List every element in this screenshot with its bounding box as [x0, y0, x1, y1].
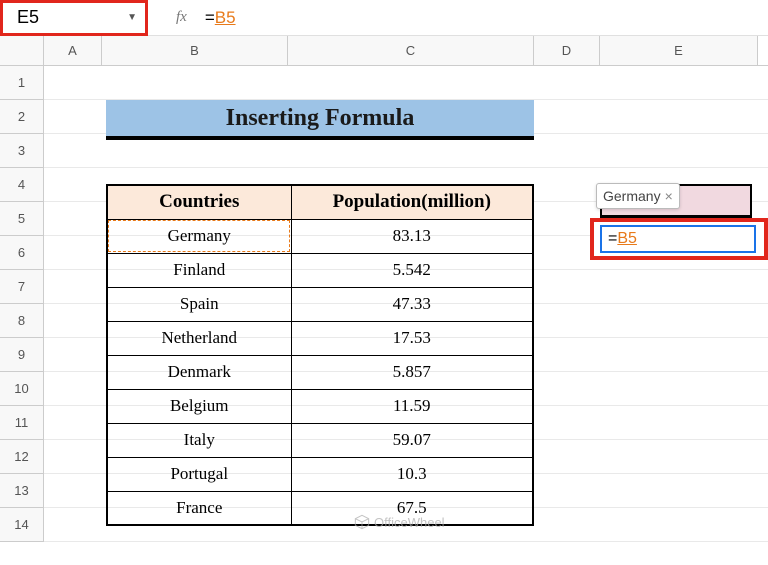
cell-country[interactable]: Spain: [107, 287, 291, 321]
row-header[interactable]: 10: [0, 372, 44, 406]
table-row: France67.5: [107, 491, 533, 525]
formula-preview-tooltip: Germany ×: [596, 183, 680, 209]
fx-label: fx: [176, 9, 187, 26]
caret-down-icon[interactable]: ▼: [127, 12, 137, 23]
col-countries[interactable]: Countries: [107, 185, 291, 219]
table-row: Italy59.07: [107, 423, 533, 457]
row-header[interactable]: 9: [0, 338, 44, 372]
grid-body: 1 2 3 4 5 6 7 8 9 10 11 12 13 14 Inserti…: [0, 66, 768, 542]
cell-country[interactable]: Italy: [107, 423, 291, 457]
formula-equals: =: [205, 8, 215, 27]
row-header[interactable]: 4: [0, 168, 44, 202]
cell-country[interactable]: Portugal: [107, 457, 291, 491]
data-table: Countries Population(million) Germany83.…: [106, 184, 534, 526]
col-population[interactable]: Population(million): [291, 185, 533, 219]
formula-bar: E5 ▼ fx =B5: [0, 0, 768, 36]
watermark: OfficeWheel: [354, 514, 445, 530]
cell-pop[interactable]: 10.3: [291, 457, 533, 491]
cell-country[interactable]: Netherland: [107, 321, 291, 355]
formula-bar-input[interactable]: =B5: [205, 8, 236, 28]
cell-b5[interactable]: Germany: [107, 219, 291, 253]
row-header[interactable]: 8: [0, 304, 44, 338]
row-header[interactable]: 7: [0, 270, 44, 304]
cell-c5[interactable]: 83.13: [291, 219, 533, 253]
watermark-text: OfficeWheel: [374, 515, 445, 530]
cell-equals: =: [608, 230, 617, 248]
table-row: Belgium11.59: [107, 389, 533, 423]
cell-pop[interactable]: 17.53: [291, 321, 533, 355]
row-header[interactable]: 3: [0, 134, 44, 168]
row-header[interactable]: 2: [0, 100, 44, 134]
cell-pop[interactable]: 47.33: [291, 287, 533, 321]
cell-e5-editing[interactable]: =B5: [600, 225, 756, 253]
table-row: Denmark5.857: [107, 355, 533, 389]
row-headers: 1 2 3 4 5 6 7 8 9 10 11 12 13 14: [0, 66, 44, 542]
row-header[interactable]: 1: [0, 66, 44, 100]
name-box-value: E5: [17, 7, 39, 28]
row-header[interactable]: 11: [0, 406, 44, 440]
column-headers: A B C D E: [0, 36, 768, 66]
row-header[interactable]: 6: [0, 236, 44, 270]
cell-pop[interactable]: 59.07: [291, 423, 533, 457]
row-header[interactable]: 5: [0, 202, 44, 236]
table-header-row: Countries Population(million): [107, 185, 533, 219]
logo-icon: [354, 514, 370, 530]
tooltip-text: Germany: [603, 188, 661, 204]
cell-country[interactable]: France: [107, 491, 291, 525]
cell-country[interactable]: Belgium: [107, 389, 291, 423]
cell-country[interactable]: Finland: [107, 253, 291, 287]
col-header-c[interactable]: C: [288, 36, 534, 65]
cell-pop[interactable]: 5.857: [291, 355, 533, 389]
formula-reference: B5: [215, 8, 236, 27]
table-row: Spain47.33: [107, 287, 533, 321]
col-header-d[interactable]: D: [534, 36, 600, 65]
table-row: Germany83.13: [107, 219, 533, 253]
close-icon[interactable]: ×: [665, 188, 673, 204]
table-row: Portugal10.3: [107, 457, 533, 491]
cell-pop[interactable]: 11.59: [291, 389, 533, 423]
title-banner: Inserting Formula: [106, 100, 534, 140]
cell-pop[interactable]: 5.542: [291, 253, 533, 287]
select-all-corner[interactable]: [0, 36, 44, 65]
col-header-a[interactable]: A: [44, 36, 102, 65]
row-header[interactable]: 13: [0, 474, 44, 508]
name-box[interactable]: E5 ▼: [0, 0, 148, 36]
row-header[interactable]: 12: [0, 440, 44, 474]
table-row: Netherland17.53: [107, 321, 533, 355]
table-row: Finland5.542: [107, 253, 533, 287]
cell-country[interactable]: Denmark: [107, 355, 291, 389]
col-header-e[interactable]: E: [600, 36, 758, 65]
row-header[interactable]: 14: [0, 508, 44, 542]
col-header-b[interactable]: B: [102, 36, 288, 65]
cells-area[interactable]: Inserting Formula Countries Population(m…: [44, 66, 768, 542]
cell-reference: B5: [617, 230, 637, 248]
active-cell-highlight: =B5: [590, 218, 768, 260]
